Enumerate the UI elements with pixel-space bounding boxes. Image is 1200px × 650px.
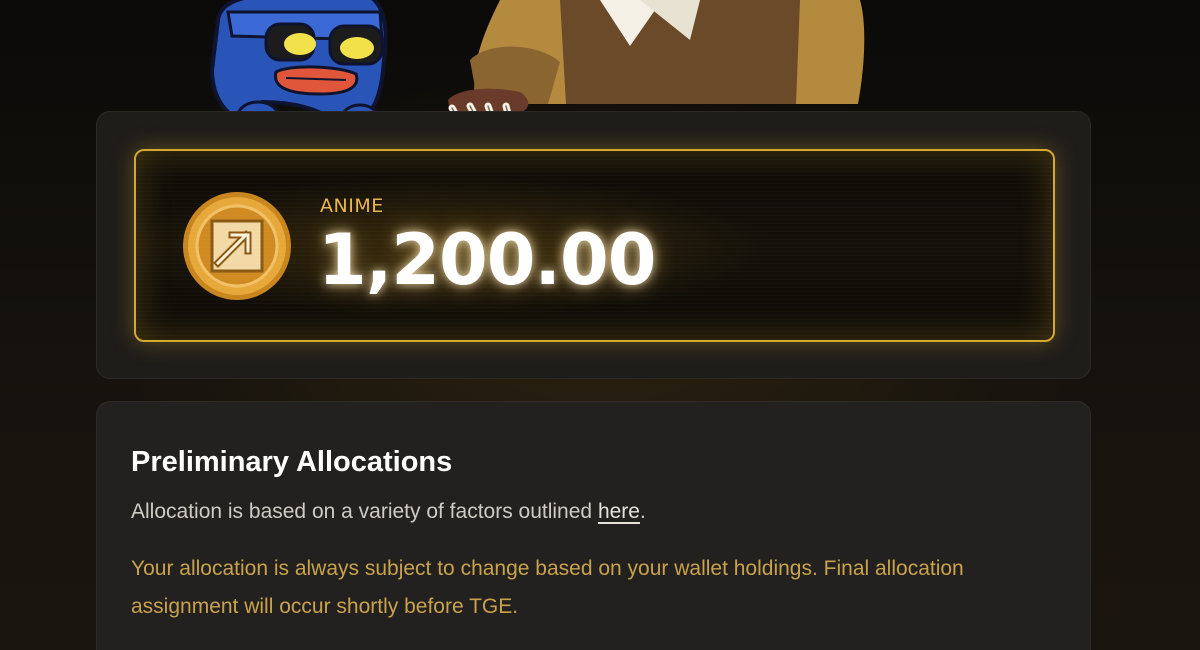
allocation-change-notice: Your allocation is always subject to cha… [131,557,964,618]
token-balance-panel: ANIME 1,200.00 [134,149,1055,342]
allocations-info-card: Preliminary Allocations Allocation is ba… [96,401,1091,650]
allocations-title: Preliminary Allocations [131,446,453,478]
token-symbol-label: ANIME [320,195,384,217]
anime-coin-icon [183,192,291,300]
token-amount-value: 1,200.00 [318,219,656,301]
description-period: . [639,500,646,523]
allocations-description: Allocation is based on a variety of fact… [131,500,646,524]
description-text: Allocation is based on a variety of fact… [131,500,598,523]
balance-card: ANIME 1,200.00 [96,111,1091,379]
factors-here-link[interactable]: here [598,500,640,523]
